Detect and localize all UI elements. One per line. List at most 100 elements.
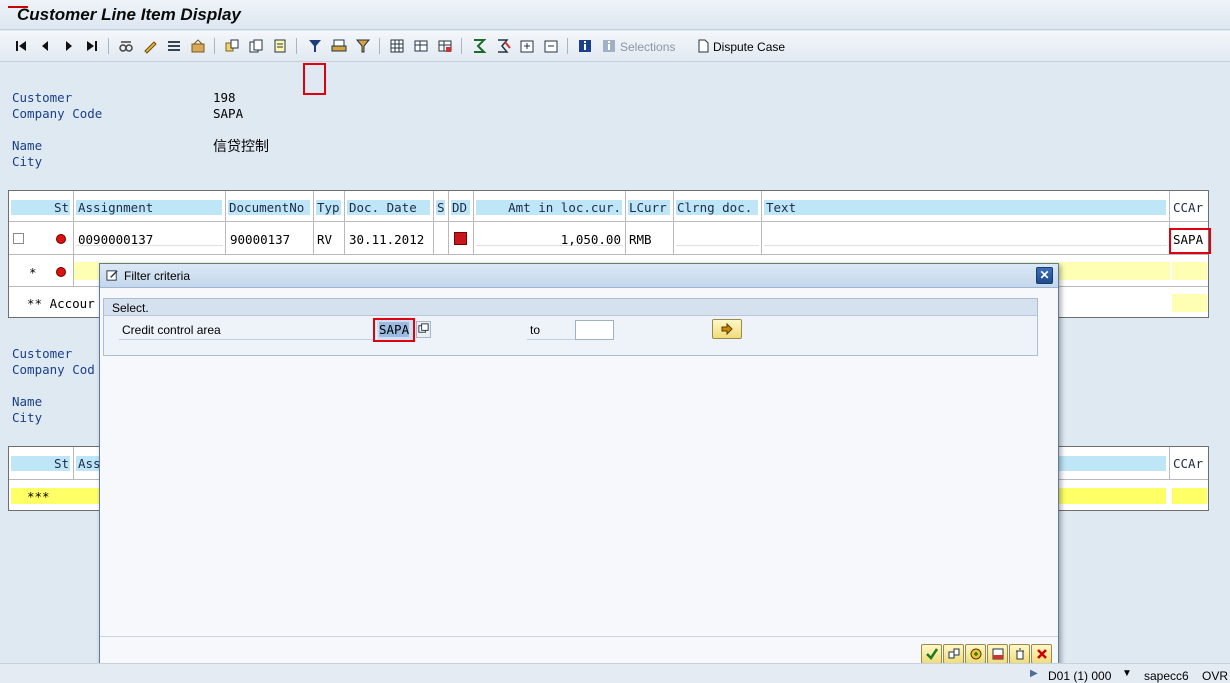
amount-cell: 1,050.00 <box>474 222 626 254</box>
column-header-dd[interactable]: DD <box>449 191 474 221</box>
collapse-icon[interactable] <box>542 37 560 55</box>
from-value-highlight <box>373 318 415 342</box>
document-number-cell[interactable]: 90000137 <box>226 222 314 254</box>
column-header-st[interactable]: St <box>9 191 74 221</box>
filter-icon[interactable] <box>306 37 324 55</box>
dialog-title-bar: Filter criteria ✕ <box>100 264 1058 288</box>
selections-icon[interactable] <box>600 37 618 55</box>
overview-icon[interactable] <box>223 37 241 55</box>
name-label-2: Name <box>12 394 43 409</box>
dispute-case-icon[interactable] <box>694 37 712 55</box>
to-label: to <box>530 323 541 337</box>
column-header-documentno[interactable]: DocumentNo <box>226 191 314 221</box>
toolbar-separator <box>214 38 215 54</box>
save-selection-icon[interactable] <box>987 644 1008 664</box>
filter-highlight <box>303 63 326 95</box>
execute-arrow-button[interactable] <box>712 319 742 339</box>
customer-label: Customer <box>12 90 73 105</box>
column-header-st-2[interactable]: St <box>9 447 74 479</box>
doc-date-cell: 30.11.2012 <box>345 222 434 254</box>
table-row[interactable]: 0090000137 90000137 RV 30.11.2012 1,050.… <box>9 222 1208 255</box>
server-info: sapecc6 <box>1144 669 1189 683</box>
row-select-checkbox[interactable] <box>13 233 24 244</box>
column-header-ccar-2[interactable]: CCAr <box>1170 447 1210 479</box>
st-cell <box>9 222 74 254</box>
column-header-s[interactable]: S <box>434 191 449 221</box>
column-header-typ[interactable]: Typ <box>314 191 345 221</box>
application-toolbar: Selections Dispute Case <box>0 31 1230 95</box>
system-dropdown-icon[interactable]: ▼ <box>1122 668 1132 679</box>
name-label: Name <box>12 138 43 153</box>
customer-value: 198 <box>213 90 236 105</box>
confirm-check-icon[interactable] <box>921 644 942 664</box>
mass-change-icon[interactable] <box>189 37 207 55</box>
variant-icon[interactable] <box>943 644 964 664</box>
close-icon[interactable]: ✕ <box>1036 267 1053 284</box>
column-header-amount[interactable]: Amt in loc.cur. <box>474 191 626 221</box>
company-code-value: SAPA <box>213 106 244 121</box>
dispute-case-button[interactable]: Dispute Case <box>713 40 785 54</box>
customer-label-2: Customer <box>12 346 73 361</box>
status-red-icon <box>56 234 66 244</box>
column-header-ccar[interactable]: CCAr <box>1170 191 1210 221</box>
toolbar-separator <box>567 38 568 54</box>
change-document-icon[interactable] <box>141 37 159 55</box>
toolbar-separator <box>461 38 462 54</box>
credit-control-area-to-input[interactable] <box>575 320 614 340</box>
previous-page-icon[interactable] <box>36 37 54 55</box>
column-header-doc-date[interactable]: Doc. Date <box>345 191 434 221</box>
save-layout-icon[interactable] <box>436 37 454 55</box>
copy-document-icon[interactable] <box>247 37 265 55</box>
assignment-cell[interactable]: 0090000137 <box>74 222 226 254</box>
name-value: 信贷控制 <box>213 138 269 154</box>
select-group: Select. Credit control area SAPA to <box>103 298 1038 356</box>
notes-icon[interactable] <box>271 37 289 55</box>
cancel-icon[interactable] <box>1031 644 1052 664</box>
filter-criteria-dialog: Filter criteria ✕ Select. Credit control… <box>99 263 1059 671</box>
column-header-text[interactable]: Text <box>762 191 1170 221</box>
first-page-icon[interactable] <box>12 37 30 55</box>
print-icon[interactable] <box>330 37 348 55</box>
system-info[interactable]: D01 (1) 000 <box>1048 669 1111 683</box>
selections-button-label[interactable]: Selections <box>620 40 675 54</box>
status-expand-icon[interactable]: ▶ <box>1030 668 1038 679</box>
select-layout-icon[interactable] <box>165 37 183 55</box>
column-header-clrng-doc[interactable]: Clrng doc. <box>674 191 762 221</box>
city-label: City <box>12 154 43 169</box>
status-bar: ▶ D01 (1) 000 ▼ sapecc6 OVR <box>0 663 1230 683</box>
toolbar-separator <box>296 38 297 54</box>
expand-icon[interactable] <box>518 37 536 55</box>
credit-control-area-label: Credit control area <box>122 323 221 337</box>
select-group-header: Select. <box>104 299 1037 316</box>
input-mode[interactable]: OVR <box>1202 669 1228 683</box>
column-header-lcurr[interactable]: LCurr <box>626 191 674 221</box>
next-page-icon[interactable] <box>60 37 78 55</box>
due-date-warning-icon <box>454 232 467 245</box>
sum-icon[interactable] <box>470 37 488 55</box>
s-cell <box>434 222 449 254</box>
clearing-doc-cell <box>674 222 762 254</box>
page-title: Customer Line Item Display <box>17 5 241 24</box>
company-code-label-2: Company Cod <box>12 362 95 377</box>
toolbar-separator <box>108 38 109 54</box>
dialog-window-icon <box>106 269 119 282</box>
info-icon[interactable] <box>576 37 594 55</box>
delete-icon[interactable] <box>1009 644 1030 664</box>
city-label-2: City <box>12 410 43 425</box>
subtotal-st-cell: * <box>9 255 74 286</box>
currency-cell: RMB <box>626 222 674 254</box>
toolbar-separator <box>379 38 380 54</box>
display-document-icon[interactable] <box>117 37 135 55</box>
dialog-title: Filter criteria <box>124 269 191 283</box>
column-header-assignment[interactable]: Assignment <box>74 191 226 221</box>
choose-layout-icon[interactable] <box>412 37 430 55</box>
ccar-highlight <box>1169 228 1211 254</box>
subtotal-icon[interactable] <box>494 37 512 55</box>
dd-cell <box>449 222 474 254</box>
text-cell <box>762 222 1170 254</box>
multiple-selection-dialog-icon[interactable] <box>965 644 986 664</box>
last-page-icon[interactable] <box>83 37 101 55</box>
total-icon[interactable] <box>354 37 372 55</box>
multiple-selection-icon[interactable] <box>416 321 431 338</box>
layout-grid-icon[interactable] <box>388 37 406 55</box>
